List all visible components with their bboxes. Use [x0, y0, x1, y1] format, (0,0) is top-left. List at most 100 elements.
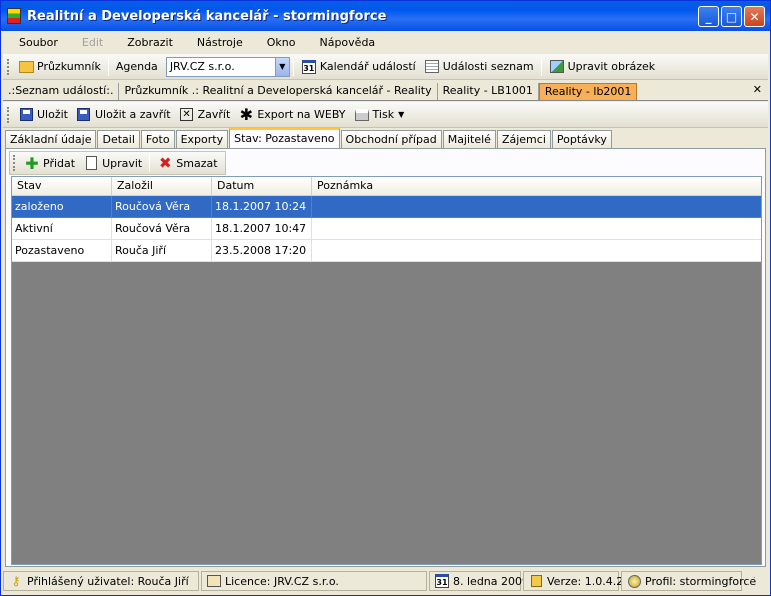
maximize-button[interactable]: □ [721, 6, 742, 27]
agenda-select[interactable]: JRV.CZ s.r.o. ▼ [165, 56, 290, 77]
column-header-poznamka[interactable]: Poznámka [312, 177, 761, 195]
cell-poznamka [312, 196, 761, 218]
save-icon [18, 107, 34, 123]
agenda-value: JRV.CZ s.r.o. [169, 60, 235, 73]
tab-owners[interactable]: Majitelé [442, 130, 496, 148]
close-record-label: Zavřít [197, 108, 231, 121]
house-icon [206, 573, 222, 589]
title-bar[interactable]: Realitní a Developerská kancelář - storm… [1, 1, 770, 31]
cell-stav: Pozastaveno [12, 240, 112, 262]
pruzkumnik-button[interactable]: Průzkumník [14, 56, 105, 78]
column-header-zalozil[interactable]: Založil [112, 177, 212, 195]
save-button[interactable]: Uložit [14, 104, 72, 126]
cell-poznamka [312, 240, 761, 262]
maximize-icon: □ [725, 9, 738, 24]
menu-zobrazit[interactable]: Zobrazit [115, 36, 185, 49]
app-icon [7, 8, 21, 24]
close-document-icon[interactable]: ✕ [753, 83, 762, 96]
record-subtabs: Základní údaje Detail Foto Exporty Stav:… [5, 128, 766, 149]
calendar-button[interactable]: 31 Kalendář událostí [297, 56, 420, 78]
export-asterisk-icon: ✱ [239, 105, 254, 124]
calendar-label: Kalendář událostí [319, 60, 416, 73]
doc-tab-lb1001[interactable]: Reality - LB1001 [438, 83, 539, 100]
close-record-button[interactable]: ✕ Zavřít [175, 104, 235, 126]
list-icon [424, 59, 440, 75]
menu-nastroje[interactable]: Nástroje [185, 36, 255, 49]
cell-zalozil: Roučová Věra [112, 218, 212, 240]
cell-datum: 18.1.2007 10:24 [212, 196, 312, 218]
plus-icon: ✚ [25, 153, 39, 173]
tab-business-case[interactable]: Obchodní případ [340, 130, 442, 148]
status-version: Verze: 1.0.4.22 [523, 571, 630, 591]
status-panel: ✚ Přidat Upravit ✖ Smazat Stav Založil D… [5, 149, 766, 567]
key-icon: ⚷ [11, 574, 21, 588]
close-button[interactable]: ✕ [744, 6, 765, 27]
status-user-text: Přihlášený uživatel: Rouča Jiří [27, 574, 189, 588]
status-license-text: Licence: JRV.CZ s.r.o. [225, 574, 339, 588]
tab-basic-info[interactable]: Základní údaje [5, 130, 97, 148]
status-grid: Stav Založil Datum Poznámka založeno Rou… [11, 176, 762, 565]
tab-demands[interactable]: Poptávky [551, 130, 612, 148]
tab-interested[interactable]: Zájemci [496, 130, 551, 148]
calendar-icon: 31 [301, 59, 317, 75]
status-toolbar: ✚ Přidat Upravit ✖ Smazat [9, 151, 226, 175]
tab-status[interactable]: Stav: Pozastaveno [229, 128, 340, 148]
toolbar-separator [292, 57, 294, 76]
toolbar-grip[interactable] [7, 106, 10, 123]
toolbar-grip[interactable] [13, 155, 16, 171]
table-row[interactable]: založeno Roučová Věra 18.1.2007 10:24 [12, 196, 761, 218]
delete-label: Smazat [176, 156, 218, 170]
print-button[interactable]: Tisk ▼ [350, 104, 409, 126]
lock-icon [528, 573, 544, 589]
events-list-button[interactable]: Události seznam [420, 56, 538, 78]
status-bar: ⚷ Přihlášený uživatel: Rouča Jiří Licenc… [3, 570, 768, 592]
cell-zalozil: Roučová Věra [112, 196, 212, 218]
doc-tab-lb2001[interactable]: Reality - lb2001 [538, 83, 638, 100]
delete-button[interactable]: ✖ Smazat [153, 152, 221, 174]
app-window: Realitní a Developerská kancelář - storm… [0, 0, 771, 596]
document-icon [83, 155, 99, 171]
tab-detail[interactable]: Detail [97, 130, 140, 148]
window-title: Realitní a Developerská kancelář - storm… [27, 8, 387, 24]
status-date-text: 8. ledna 2009 [453, 574, 530, 588]
calendar-icon: 31 [434, 573, 450, 589]
tab-exports[interactable]: Exporty [175, 130, 229, 148]
cell-datum: 18.1.2007 10:47 [212, 218, 312, 240]
menu-napoveda[interactable]: Nápověda [307, 36, 387, 49]
column-header-stav[interactable]: Stav [12, 177, 112, 195]
toolbar-grip[interactable] [7, 58, 10, 75]
image-icon [549, 59, 565, 75]
status-license: Licence: JRV.CZ s.r.o. [201, 571, 427, 591]
toolbar-separator [540, 57, 542, 76]
doc-tab-events-list[interactable]: .:Seznam událostí:. [3, 83, 120, 100]
minimize-button[interactable]: _ [698, 6, 719, 27]
status-version-text: Verze: 1.0.4.22 [547, 574, 631, 588]
events-list-label: Události seznam [442, 60, 534, 73]
edit-button[interactable]: Upravit [79, 152, 146, 174]
export-button[interactable]: ✱ Export na WEBY [234, 104, 349, 126]
edit-image-button[interactable]: Upravit obrázek [545, 56, 660, 78]
status-date: 31 8. ledna 2009 [429, 571, 529, 591]
print-label: Tisk [372, 108, 395, 121]
chevron-down-icon[interactable]: ▼ [398, 110, 404, 119]
menu-edit[interactable]: Edit [70, 36, 115, 49]
save-close-button[interactable]: Uložit a zavřít [72, 104, 175, 126]
resize-grip-icon[interactable]: ⋰ [746, 576, 756, 587]
agenda-label: Agenda [115, 60, 158, 73]
column-header-datum[interactable]: Datum [212, 177, 312, 195]
table-row[interactable]: Pozastaveno Rouča Jiří 23.5.2008 17:20 [12, 240, 761, 262]
edit-label: Upravit [102, 156, 143, 170]
chevron-down-icon[interactable]: ▼ [274, 57, 289, 76]
table-row[interactable]: Aktivní Roučová Věra 18.1.2007 10:47 [12, 218, 761, 240]
profile-icon [626, 573, 642, 589]
doc-tab-explorer[interactable]: Průzkumník .: Realitní a Developerská ka… [119, 83, 438, 100]
status-profile: Profil: stormingforce [621, 571, 756, 591]
grid-header: Stav Založil Datum Poznámka [12, 177, 761, 196]
cell-zalozil: Rouča Jiří [112, 240, 212, 262]
add-button[interactable]: ✚ Přidat [20, 152, 79, 174]
record-toolbar: Uložit Uložit a zavřít ✕ Zavřít ✱ Export… [3, 102, 768, 128]
status-user: ⚷ Přihlášený uživatel: Rouča Jiří [3, 571, 199, 591]
tab-photo[interactable]: Foto [140, 130, 175, 148]
menu-soubor[interactable]: Soubor [7, 36, 70, 49]
menu-okno[interactable]: Okno [255, 36, 308, 49]
